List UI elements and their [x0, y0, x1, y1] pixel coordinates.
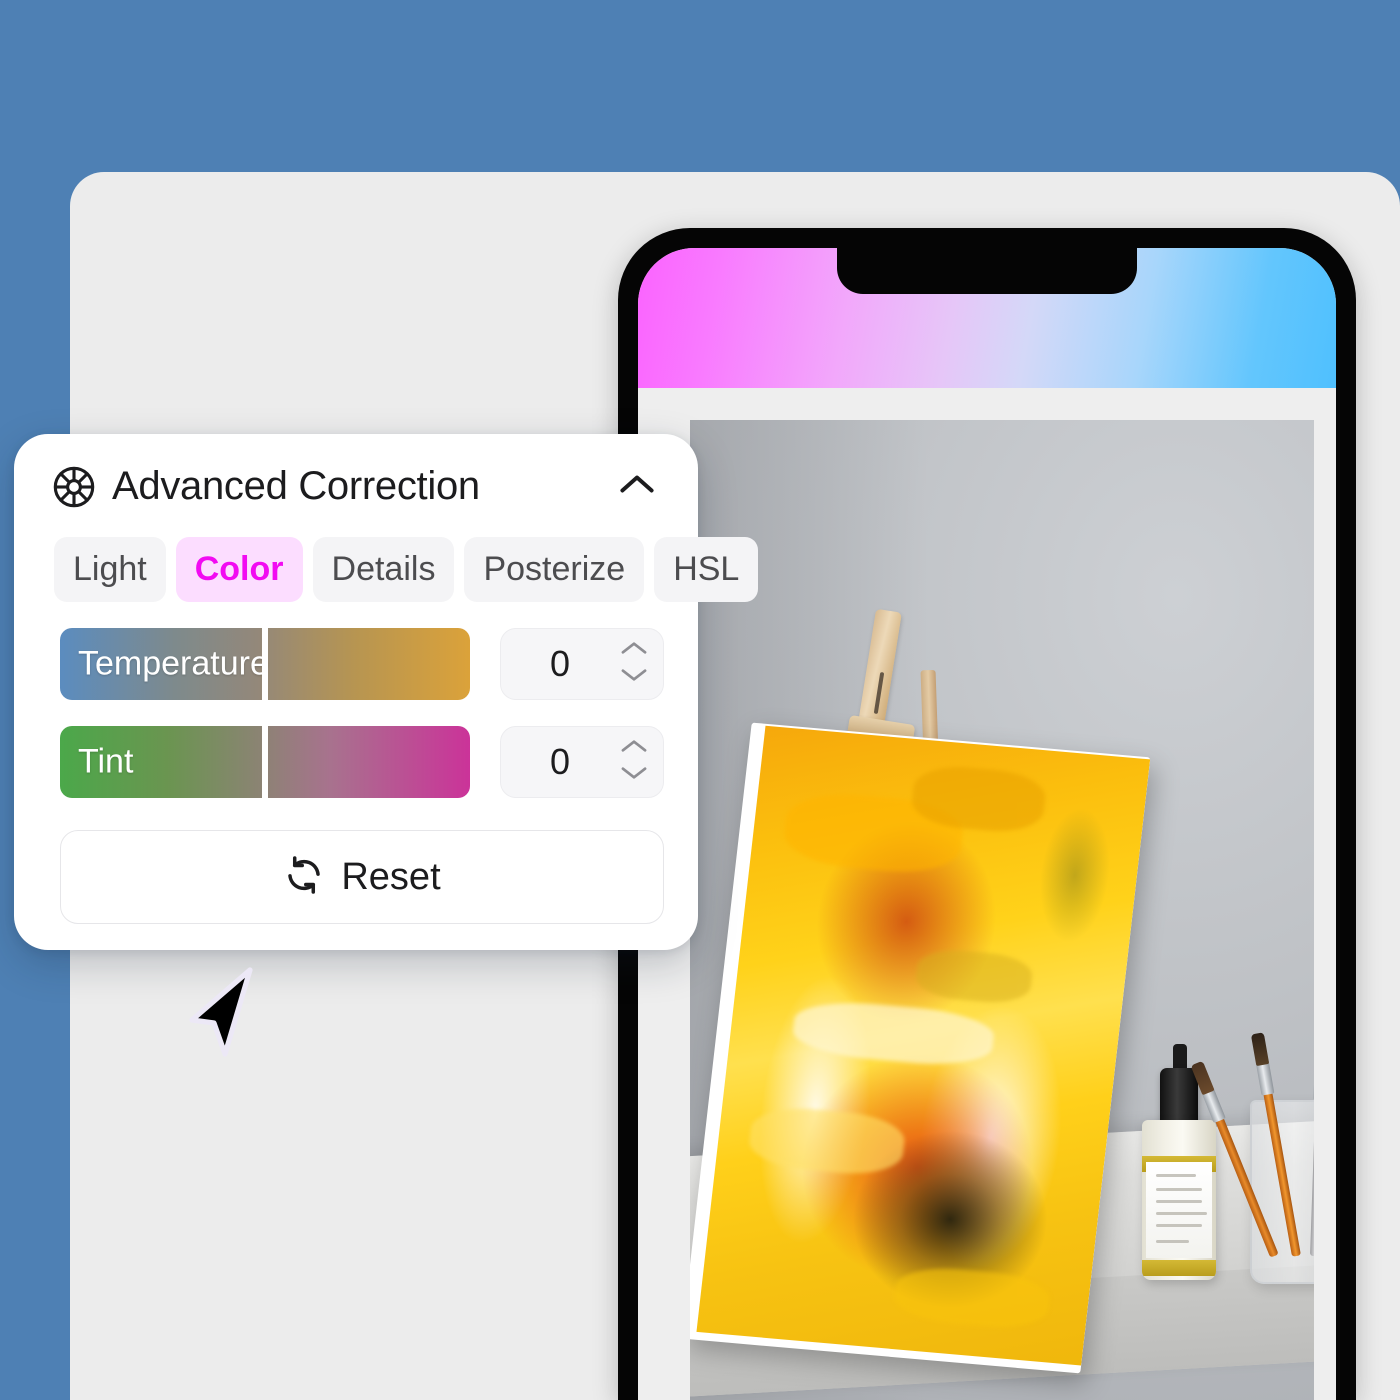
- color-wheel-icon: [52, 465, 96, 509]
- tint-slider-label: Tint: [78, 742, 134, 781]
- panel-title: Advanced Correction: [112, 464, 480, 508]
- tint-stepper-arrows[interactable]: [619, 738, 649, 786]
- chevron-up-icon[interactable]: [619, 640, 649, 661]
- correction-tabs: Light Color Details Posterize HSL: [14, 515, 759, 602]
- photo-bottle-label: [1146, 1162, 1212, 1258]
- stage: Advanced Correction Light Color Details …: [0, 0, 1400, 1400]
- temperature-value: 0: [549, 643, 571, 684]
- photo-preview[interactable]: [690, 420, 1314, 1400]
- photo-dropper-bottle: [1142, 1120, 1216, 1280]
- phone-mockup: [618, 228, 1356, 1400]
- temperature-slider[interactable]: Temperature: [60, 628, 470, 700]
- tab-posterize[interactable]: Posterize: [464, 537, 645, 602]
- reset-button[interactable]: Reset: [60, 830, 664, 924]
- refresh-icon: [283, 854, 325, 901]
- advanced-correction-panel: Advanced Correction Light Color Details …: [14, 434, 759, 950]
- temperature-slider-label: Temperature: [78, 644, 269, 683]
- panel-header: Advanced Correction: [14, 434, 698, 515]
- temperature-stepper-arrows[interactable]: [619, 640, 649, 688]
- temperature-slider-thumb[interactable]: [262, 628, 268, 700]
- tab-hsl[interactable]: HSL: [654, 537, 759, 602]
- tab-light[interactable]: Light: [54, 537, 166, 602]
- chevron-down-icon[interactable]: [619, 667, 649, 688]
- chevron-up-icon: [617, 471, 657, 502]
- temperature-stepper[interactable]: 0: [500, 628, 664, 700]
- tint-slider[interactable]: Tint: [60, 726, 470, 798]
- reset-button-label: Reset: [341, 855, 441, 898]
- tab-details[interactable]: Details: [312, 537, 455, 602]
- photo-painting-surface: [696, 725, 1151, 1366]
- chevron-down-icon[interactable]: [619, 765, 649, 786]
- collapse-panel-button[interactable]: [610, 465, 664, 509]
- phone-notch: [837, 248, 1137, 294]
- slider-row-tint: Tint 0: [14, 726, 698, 798]
- photo-brush-jar: [1190, 1032, 1314, 1284]
- chevron-up-icon[interactable]: [619, 738, 649, 759]
- photo-bottle-dropper-cap: [1160, 1068, 1198, 1126]
- tint-value: 0: [549, 741, 571, 782]
- tint-slider-thumb[interactable]: [262, 726, 268, 798]
- slider-row-temperature: Temperature 0: [14, 628, 698, 700]
- tint-stepper[interactable]: 0: [500, 726, 664, 798]
- photo-canvas-painting: [690, 722, 1151, 1374]
- phone-screen: [638, 248, 1336, 1400]
- tab-color[interactable]: Color: [175, 537, 303, 602]
